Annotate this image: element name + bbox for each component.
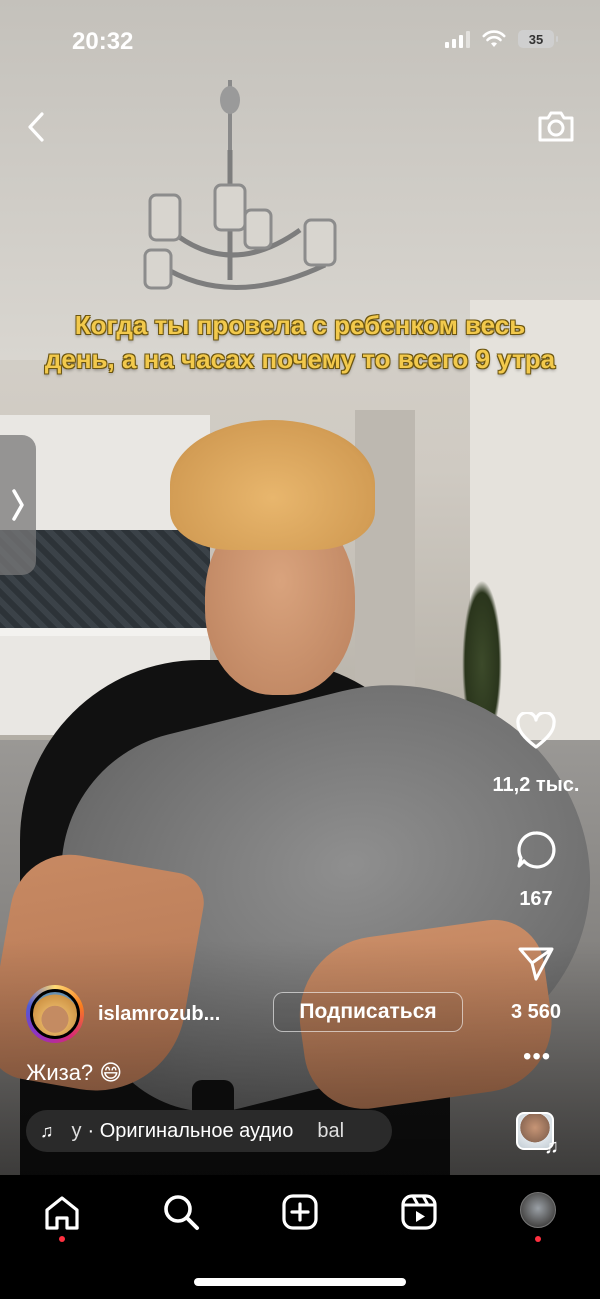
author-row[interactable]: islamrozub... [26, 985, 220, 1043]
video-scene-counter [0, 628, 210, 636]
profile-tab-avatar[interactable] [520, 1192, 556, 1228]
avatar [30, 989, 80, 1039]
username[interactable]: islamrozub... [98, 1003, 220, 1026]
likes-count: 11,2 тыс. [492, 774, 580, 796]
like-action[interactable]: 11,2 тыс. [486, 712, 586, 797]
video-scene-door [355, 410, 415, 690]
video-caption-overlay: Когда ты провела с ребенком весь день, а… [44, 310, 556, 374]
home-icon[interactable] [42, 1192, 82, 1232]
music-note-icon: ♫ [40, 1120, 54, 1141]
post-description[interactable]: Жиза? 😄 [26, 1060, 122, 1086]
reels-icon[interactable] [399, 1192, 439, 1232]
heart-icon [516, 712, 556, 749]
video-scene-chandelier [143, 80, 337, 290]
status-time: 20:32 [72, 28, 134, 55]
comment-action[interactable]: 167 [486, 830, 586, 911]
audio-bar[interactable]: ♫ y · Оригинальное аудио bal [26, 1110, 392, 1152]
chevron-right-icon [12, 489, 24, 521]
home-notification-dot [59, 1236, 65, 1242]
cellular-signal-icon [445, 30, 470, 48]
camera-icon[interactable] [536, 108, 576, 144]
video-scene-plant [462, 580, 502, 720]
video-scene-wig [170, 420, 375, 550]
audio-title: · Оригинальное аудио [87, 1119, 294, 1142]
profile-notification-dot [535, 1236, 541, 1242]
story-ring[interactable] [26, 985, 84, 1043]
search-icon[interactable] [161, 1192, 201, 1232]
share-action[interactable]: 3 560 [486, 945, 586, 1024]
audio-scroll-fragment-right: bal [317, 1119, 345, 1142]
comments-count: 167 [519, 888, 553, 910]
music-note-icon: ♫ [544, 1136, 559, 1158]
more-options-icon[interactable]: ••• [523, 1045, 551, 1069]
side-panel-tab[interactable] [0, 435, 36, 575]
create-post-icon[interactable] [280, 1192, 320, 1232]
shares-count: 3 560 [510, 1001, 562, 1023]
chevron-left-icon[interactable] [22, 110, 52, 144]
wifi-icon [482, 30, 506, 47]
battery-icon: 35 [518, 30, 558, 48]
home-indicator[interactable] [194, 1278, 406, 1286]
audio-scroll-fragment-left: y [71, 1119, 82, 1142]
status-icons: 35 [445, 30, 558, 48]
comment-bubble-icon [517, 831, 556, 869]
follow-button[interactable]: Подписаться [273, 992, 463, 1032]
send-icon [518, 947, 554, 981]
